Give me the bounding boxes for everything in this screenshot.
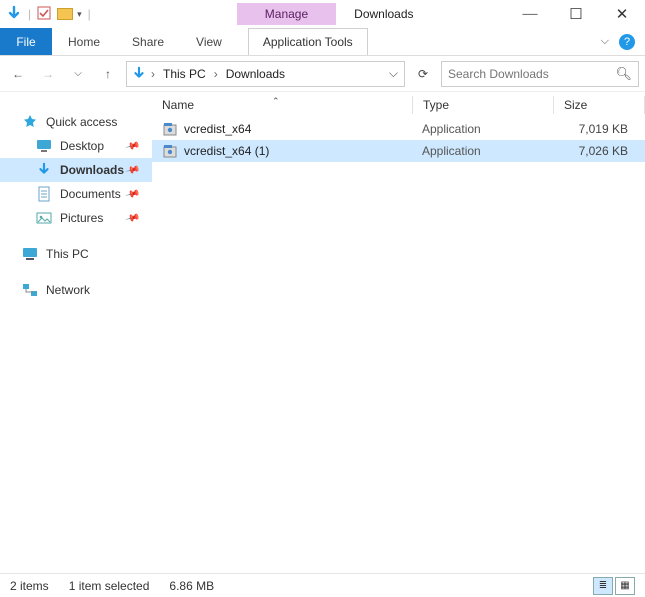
download-icon — [36, 162, 52, 178]
recent-dropdown-icon[interactable]: ⌵ — [66, 62, 90, 86]
sidebar-item-label: Network — [46, 283, 90, 297]
pictures-icon — [36, 210, 52, 226]
installer-icon — [162, 121, 178, 137]
file-tab[interactable]: File — [0, 28, 52, 55]
navigation-bar: ← → ⌵ ↑ › This PC › Downloads ⌵ ⟳ 🔍︎ — [0, 56, 645, 92]
ribbon-expand-icon[interactable]: ⌵ — [601, 35, 609, 48]
details-view-button[interactable]: ≣ — [593, 577, 613, 595]
file-row[interactable]: vcredist_x64 (1) Application 7,026 KB — [152, 140, 645, 162]
chevron-right-icon[interactable]: › — [151, 67, 155, 81]
pin-icon: 📌 — [124, 162, 140, 178]
window-title: Downloads — [336, 7, 431, 21]
close-button[interactable]: ✕ — [599, 0, 645, 28]
view-mode-switcher: ≣ ▦ — [593, 577, 635, 595]
sidebar-item-label: Quick access — [46, 115, 117, 129]
tab-share[interactable]: Share — [116, 28, 180, 55]
downloads-folder-icon — [131, 66, 147, 82]
sidebar-item-label: Documents — [60, 187, 121, 201]
sidebar-item-label: Pictures — [60, 211, 103, 225]
sidebar-item-thispc[interactable]: This PC — [0, 242, 152, 266]
help-icon[interactable]: ? — [619, 34, 635, 50]
qat-dropdown-icon[interactable]: ▾ — [77, 9, 82, 20]
column-headers: Name ⌃ Type Size — [152, 92, 645, 118]
pin-icon: 📌 — [124, 186, 140, 202]
star-icon — [22, 114, 38, 130]
file-type: Application — [412, 122, 552, 136]
chevron-right-icon[interactable]: › — [214, 67, 218, 81]
address-bar[interactable]: › This PC › Downloads ⌵ — [126, 61, 405, 87]
file-name: vcredist_x64 — [184, 122, 251, 136]
tab-view[interactable]: View — [180, 28, 238, 55]
breadcrumb-thispc[interactable]: This PC — [159, 67, 210, 81]
search-box[interactable]: 🔍︎ — [441, 61, 639, 87]
folder-icon[interactable] — [57, 8, 73, 20]
sidebar-item-network[interactable]: Network — [0, 278, 152, 302]
divider-icon: | — [88, 7, 91, 21]
column-size[interactable]: Size — [554, 98, 644, 112]
column-name[interactable]: Name ⌃ — [152, 98, 412, 112]
sort-indicator-icon: ⌃ — [272, 96, 280, 107]
sidebar-item-label: Downloads — [60, 163, 124, 177]
sidebar-item-downloads[interactable]: Downloads 📌 — [0, 158, 152, 182]
minimize-button[interactable]: — — [507, 0, 553, 28]
file-row[interactable]: vcredist_x64 Application 7,019 KB — [152, 118, 645, 140]
maximize-button[interactable]: ☐ — [553, 0, 599, 28]
search-input[interactable] — [448, 67, 615, 81]
pin-icon: 📌 — [124, 138, 140, 154]
navigation-pane: Quick access Desktop 📌 Downloads 📌 Docum… — [0, 92, 152, 573]
desktop-icon — [36, 138, 52, 154]
down-arrow-icon — [6, 5, 22, 23]
title-bar: | ▾ | Manage Downloads — ☐ ✕ — [0, 0, 645, 28]
column-type[interactable]: Type — [413, 98, 553, 112]
installer-icon — [162, 143, 178, 159]
status-bar: 2 items 1 item selected 6.86 MB ≣ ▦ — [0, 573, 645, 597]
address-dropdown-icon[interactable]: ⌵ — [387, 66, 400, 81]
network-icon — [22, 282, 38, 298]
icons-view-button[interactable]: ▦ — [615, 577, 635, 595]
sidebar-item-pictures[interactable]: Pictures 📌 — [0, 206, 152, 230]
sidebar-item-label: Desktop — [60, 139, 104, 153]
pin-icon: 📌 — [124, 210, 140, 226]
sidebar-item-desktop[interactable]: Desktop 📌 — [0, 134, 152, 158]
back-button[interactable]: ← — [6, 62, 30, 86]
up-button[interactable]: ↑ — [96, 62, 120, 86]
file-size: 7,019 KB — [552, 122, 642, 136]
window-controls: — ☐ ✕ — [507, 0, 645, 28]
forward-button[interactable]: → — [36, 62, 60, 86]
column-label: Name — [162, 98, 194, 112]
sidebar-item-label: This PC — [46, 247, 89, 261]
document-icon — [36, 186, 52, 202]
status-selected-size: 6.86 MB — [169, 579, 214, 593]
file-name: vcredist_x64 (1) — [184, 144, 269, 158]
divider-icon: | — [28, 7, 31, 21]
status-item-count: 2 items — [10, 579, 49, 593]
computer-icon — [22, 246, 38, 262]
file-size: 7,026 KB — [552, 144, 642, 158]
tab-home[interactable]: Home — [52, 28, 116, 55]
ribbon: File Home Share View Application Tools ⌵… — [0, 28, 645, 56]
file-list: Name ⌃ Type Size vcredist_x64 Applicatio… — [152, 92, 645, 573]
quick-access-toolbar: | ▾ | — [0, 5, 97, 23]
context-tab-manage[interactable]: Manage — [237, 3, 336, 25]
sidebar-item-documents[interactable]: Documents 📌 — [0, 182, 152, 206]
refresh-button[interactable]: ⟳ — [411, 62, 435, 86]
search-icon[interactable]: 🔍︎ — [615, 66, 632, 82]
breadcrumb-downloads[interactable]: Downloads — [222, 67, 289, 81]
status-selected-count: 1 item selected — [69, 579, 150, 593]
file-type: Application — [412, 144, 552, 158]
tab-application-tools[interactable]: Application Tools — [248, 28, 368, 55]
sidebar-item-quick-access[interactable]: Quick access — [0, 110, 152, 134]
properties-check-icon[interactable] — [37, 6, 51, 23]
